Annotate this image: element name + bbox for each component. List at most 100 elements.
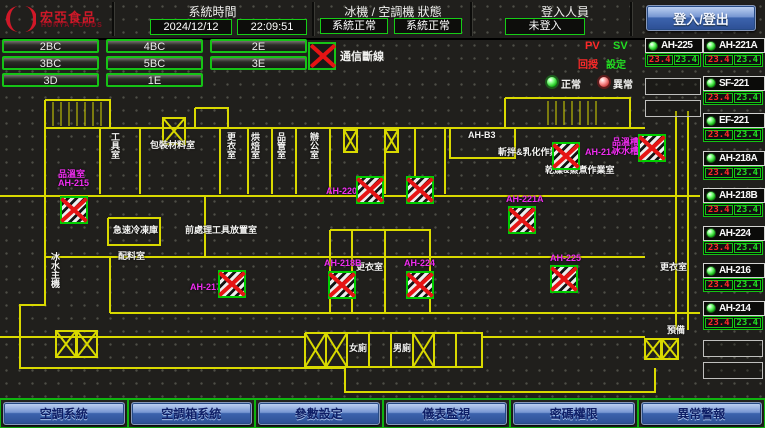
ahu-device-icon-AH-217[interactable] — [218, 270, 246, 298]
ahu-device-icon-AH-225[interactable] — [550, 265, 578, 293]
equipment-AH-214[interactable]: AH-214 — [703, 301, 765, 316]
logo-mark-icon — [4, 3, 36, 35]
equipment-values-AH-224: 23.423.4 — [703, 241, 763, 255]
equipment-EF-221[interactable]: EF-221 — [703, 113, 765, 128]
equipment-values-EF-221: 23.423.4 — [703, 128, 763, 142]
ahu-device-icon-AH-224[interactable] — [406, 271, 434, 299]
scada-floor-monitor-screen: { "header": { "logo": {"brand": "宏亞食品", … — [0, 0, 765, 426]
pv-value: 23.4 — [705, 280, 733, 290]
equipment-name: AH-224 — [719, 228, 750, 239]
equipment-values-AH-218A: 23.423.4 — [703, 166, 763, 180]
status-led-icon — [706, 116, 716, 126]
comm-loss-label: 通信斷線 — [340, 48, 384, 64]
sv-value: 23.4 — [734, 55, 762, 65]
status-led-icon — [706, 153, 716, 163]
normal-label: 正常 — [561, 76, 581, 91]
nav-button-ahu-box-system[interactable]: 空調箱系統 — [131, 402, 253, 425]
room-label: 包裝材料室 — [150, 141, 195, 150]
equipment-name: AH-214 — [719, 303, 750, 314]
floor-button-5BC[interactable]: 5BC — [106, 56, 203, 70]
equipment-name: AH-216 — [719, 265, 750, 276]
company-logo: 宏亞食品 HUNYA FOODS — [4, 3, 110, 35]
pv-sub-label: 回授 — [578, 56, 598, 71]
nav-button-password-permission[interactable]: 密碼權限 — [513, 402, 635, 425]
ahu-device-icon[interactable] — [406, 176, 434, 204]
sv-value: 23.4 — [734, 318, 762, 328]
floor-button-2E[interactable]: 2E — [210, 39, 307, 53]
floor-button-3BC[interactable]: 3BC — [2, 56, 99, 70]
nav-button-param-settings[interactable]: 參數設定 — [258, 402, 380, 425]
divider — [470, 2, 472, 36]
room-label: 更衣室 — [660, 263, 687, 272]
room-label: 預備 — [667, 326, 685, 335]
sv-sub-label: 設定 — [606, 56, 626, 71]
status-led-icon — [706, 266, 716, 276]
floor-button-3E[interactable]: 3E — [210, 56, 307, 70]
equipment-values-AH-214: 23.423.4 — [703, 316, 763, 330]
ahu-device-icon-AH-220A[interactable] — [356, 176, 384, 204]
nav-button-alarm[interactable]: 異常警報 — [641, 402, 763, 425]
nav-button-meter-monitor[interactable]: 儀表監視 — [386, 402, 508, 425]
equipment-SF-221[interactable]: SF-221 — [703, 76, 765, 91]
equipment-AH-216[interactable]: AH-216 — [703, 263, 765, 278]
status-led-icon — [648, 41, 658, 51]
equipment-empty-slot — [703, 340, 763, 357]
status-led-icon — [706, 41, 716, 51]
ahu-device-icon-AH-221A[interactable] — [508, 206, 536, 234]
sv-value: 23.4 — [734, 205, 762, 215]
equipment-values-AH-216: 23.423.4 — [703, 278, 763, 292]
nav-cell: 參數設定 — [255, 400, 383, 428]
equipment-values-SF-221: 23.423.4 — [703, 91, 763, 105]
system-date-value: 2024/12/12 — [150, 19, 232, 35]
ahu-device-icon-AH-214[interactable] — [552, 142, 580, 170]
room-label: 品管室 — [276, 132, 285, 159]
nav-cell: 異常警報 — [638, 400, 765, 428]
ahu-device-icon-AH-215[interactable] — [60, 196, 88, 224]
floor-button-4BC[interactable]: 4BC — [106, 39, 203, 53]
equipment-AH-224[interactable]: AH-224 — [703, 226, 765, 241]
status-led-icon — [706, 303, 716, 313]
abnormal-label: 異常 — [613, 76, 633, 91]
nav-button-ac-system[interactable]: 空調系統 — [3, 402, 125, 425]
room-label: 烘焙室 — [250, 132, 259, 159]
pv-value: 23.4 — [705, 205, 733, 215]
floor-button-3D[interactable]: 3D — [2, 73, 99, 87]
ahu-device-icon-冰水槽[interactable] — [638, 134, 666, 162]
sv-value: 23.4 — [734, 280, 762, 290]
status-led-icon — [706, 228, 716, 238]
equipment-values-AH-221A: 23.423.4 — [703, 53, 763, 67]
abnormal-led-icon — [597, 75, 611, 89]
pv-value: 23.4 — [705, 318, 733, 328]
equipment-name: AH-218B — [719, 190, 757, 201]
floor-button-1E[interactable]: 1E — [106, 73, 203, 87]
room-label: 更衣室 — [226, 132, 235, 159]
equipment-AH-218B[interactable]: AH-218B — [703, 188, 765, 203]
chiller-status-value: 系統正常 — [320, 18, 388, 34]
equipment-empty-slot — [645, 78, 701, 95]
floor-button-2BC[interactable]: 2BC — [2, 39, 99, 53]
nav-cell: 空調系統 — [0, 400, 128, 428]
equipment-AH-218A[interactable]: AH-218A — [703, 151, 765, 166]
ahu-device-icon-AH-218B[interactable] — [328, 271, 356, 299]
equipment-empty-slot — [703, 362, 763, 379]
nav-cell: 密碼權限 — [510, 400, 638, 428]
device-label: 品溫室 AH-215 — [58, 170, 89, 188]
login-logout-button[interactable]: 登入/登出 — [646, 5, 756, 31]
sv-value: 23.4 — [734, 93, 762, 103]
nav-cell: 空調箱系統 — [128, 400, 256, 428]
sv-value: 23.4 — [734, 130, 762, 140]
login-user-value: 未登入 — [505, 18, 585, 35]
equipment-name: SF-221 — [719, 78, 749, 89]
equipment-name: AH-221A — [719, 40, 757, 51]
equipment-AH-221A[interactable]: AH-221A — [703, 38, 765, 53]
device-label: AH-224 — [404, 259, 435, 268]
status-led-icon — [706, 191, 716, 201]
pv-header: PV — [585, 40, 600, 52]
device-label: AH-218B — [324, 259, 362, 268]
room-label: 配料室 — [118, 252, 145, 261]
equipment-AH-225[interactable]: AH-225 — [645, 38, 703, 53]
room-label: 辦公室 — [309, 132, 318, 159]
system-time-value: 22:09:51 — [237, 19, 307, 35]
comm-loss-icon — [308, 42, 336, 70]
device-label: AH-225 — [550, 254, 581, 263]
